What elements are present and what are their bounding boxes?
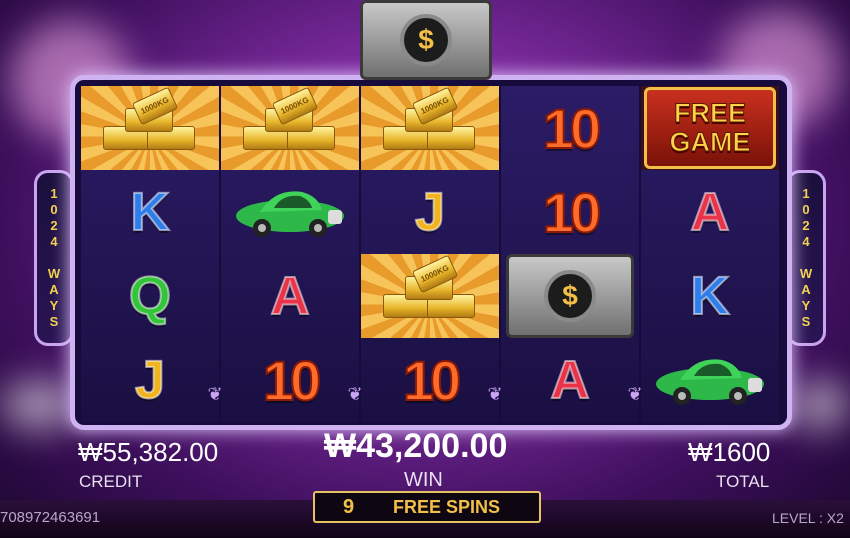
ten-symbol: 10 xyxy=(402,348,462,413)
free-game-line1: FREE xyxy=(673,98,746,128)
dollar-icon: $ xyxy=(544,270,596,322)
round-id: 708972463691 xyxy=(0,509,101,526)
reel-1: 1000KG K Q J xyxy=(81,86,219,422)
free-spins-count: 9 xyxy=(343,495,355,518)
credit-value: ₩55,382.00 xyxy=(78,437,219,467)
win-value: ₩43,200.00 xyxy=(324,427,508,465)
ten-symbol: 10 xyxy=(262,348,322,413)
k-symbol: K xyxy=(690,265,731,327)
ways-label-left: 1024 WAYS xyxy=(46,186,62,330)
q-symbol: Q xyxy=(128,265,172,327)
a-symbol: A xyxy=(690,181,731,243)
car-icon xyxy=(236,191,344,237)
free-game-line2: GAME xyxy=(669,127,751,157)
level-indicator: LEVEL : X2 xyxy=(772,510,844,526)
j-symbol: J xyxy=(134,349,166,411)
credit-label: CREDIT xyxy=(79,472,143,491)
free-game-symbol: FREE GAME xyxy=(641,86,779,170)
free-spins-label: FREE SPINS xyxy=(393,496,501,517)
top-safe-ornament: $ xyxy=(360,0,492,80)
free-spins-counter: 9 FREE SPINS xyxy=(313,491,541,523)
ornament-icon: ❦ xyxy=(487,384,503,404)
gold-bars-icon: 1000KG xyxy=(235,86,345,160)
gold-bars-symbol: 1000KG xyxy=(361,86,499,170)
gold-bars-symbol: 1000KG xyxy=(81,86,219,170)
total-value: ₩1600 xyxy=(688,437,771,467)
safe-icon: $ xyxy=(506,254,634,338)
reel-frame: 1000KG K Q J 1000KG A 10 1000KG J 1000KG… xyxy=(70,75,792,430)
ornament-icon: ❦ xyxy=(347,384,363,404)
car-symbol xyxy=(641,338,779,422)
gold-bars-icon: 1000KG xyxy=(95,86,205,160)
j-symbol: J xyxy=(414,181,446,243)
gold-bars-icon: 1000KG xyxy=(375,86,485,160)
reel-2: 1000KG A 10 xyxy=(221,86,359,422)
ways-panel-right: 1024 WAYS xyxy=(786,170,826,346)
ways-panel-left: 1024 WAYS xyxy=(34,170,74,346)
win-label: WIN xyxy=(404,469,443,491)
gold-bars-icon: 1000KG xyxy=(375,254,485,328)
car-symbol xyxy=(221,170,359,254)
safe-symbol: $ xyxy=(501,254,639,338)
k-symbol: K xyxy=(130,181,171,243)
ornament-icon: ❦ xyxy=(207,384,223,404)
total-label: TOTAL xyxy=(716,472,770,491)
ornament-icon: ❦ xyxy=(627,384,643,404)
car-icon xyxy=(656,359,764,405)
ways-label-right: 1024 WAYS xyxy=(798,186,814,330)
stage-light xyxy=(790,380,850,430)
reel-3: 1000KG J 1000KG 10 xyxy=(361,86,499,422)
gold-bars-symbol: 1000KG xyxy=(221,86,359,170)
ten-symbol: 10 xyxy=(542,96,602,161)
safe-icon: $ xyxy=(360,0,492,80)
reel-4: 10 10 $ A xyxy=(501,86,639,422)
dollar-icon: $ xyxy=(400,14,452,66)
a-symbol: A xyxy=(270,265,311,327)
reel-5: FREE GAME A K xyxy=(641,86,779,422)
ten-symbol: 10 xyxy=(542,180,602,245)
a-symbol: A xyxy=(550,349,591,411)
stage-light xyxy=(0,380,80,430)
gold-bars-symbol: 1000KG xyxy=(361,254,499,338)
